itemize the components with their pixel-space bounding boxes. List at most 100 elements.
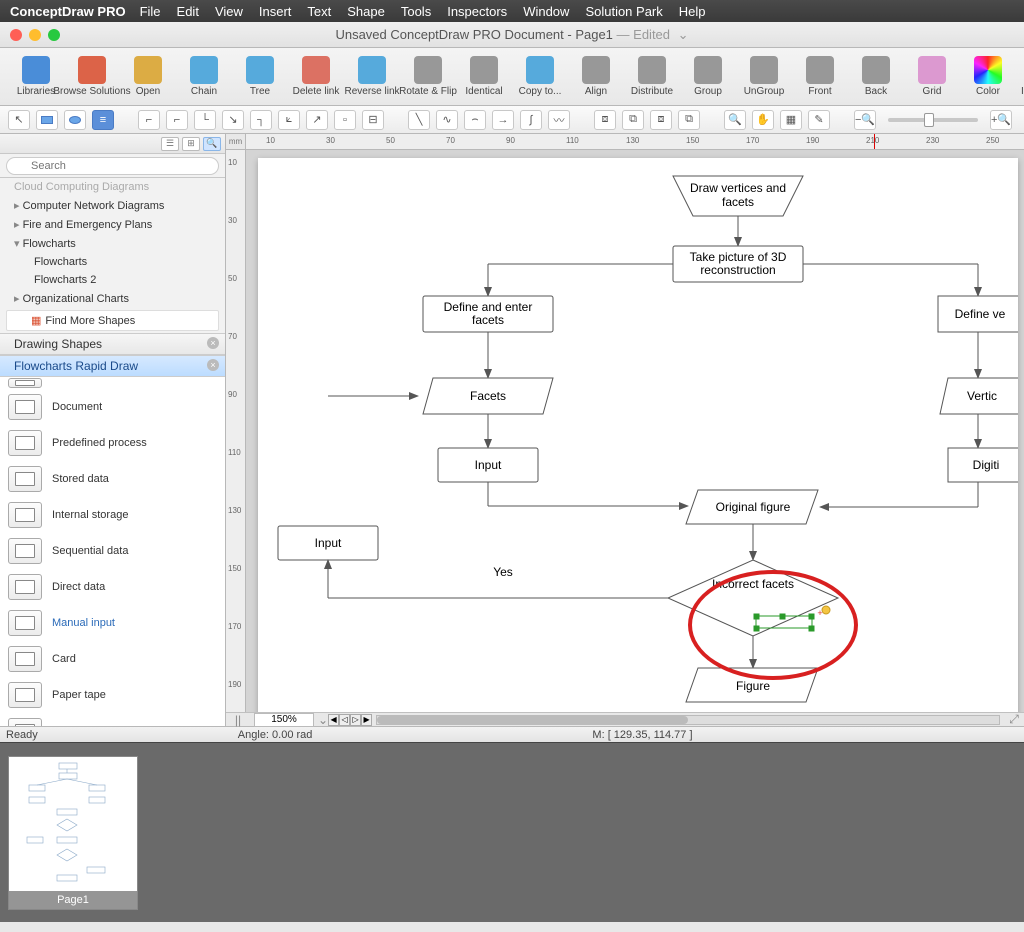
tree-item-org[interactable]: Organizational Charts: [0, 289, 225, 308]
node-tool[interactable]: ▫: [334, 110, 356, 130]
minimize-window-button[interactable]: [29, 29, 41, 41]
text-tool[interactable]: ≡: [92, 110, 114, 130]
toolbar-rotate-flip[interactable]: Rotate & Flip: [406, 56, 450, 97]
connector-tool-1[interactable]: ⌐: [138, 110, 160, 130]
tree-item-flowcharts[interactable]: Flowcharts: [0, 234, 225, 253]
split-tool[interactable]: ⊟: [362, 110, 384, 130]
zoom-out-button[interactable]: −🔍: [854, 110, 876, 130]
zoom-slider[interactable]: [888, 118, 978, 122]
polyline-tool[interactable]: ∿: [436, 110, 458, 130]
close-section-icon[interactable]: ×: [207, 337, 219, 349]
shape-item-card[interactable]: Card: [0, 641, 225, 677]
menu-inspectors[interactable]: Inspectors: [447, 4, 507, 19]
toolbar-copy-to[interactable]: Copy to...: [518, 56, 562, 97]
close-section-icon[interactable]: ×: [207, 359, 219, 371]
crop-tool-1[interactable]: ⧈: [594, 110, 616, 130]
eyedropper-tool[interactable]: ✎: [808, 110, 830, 130]
toolbar-identical[interactable]: Identical: [462, 56, 506, 97]
find-more-shapes-button[interactable]: ▦Find More Shapes: [6, 310, 219, 331]
view-toggle-search-icon[interactable]: 🔍: [203, 137, 221, 151]
crop-tool-3[interactable]: ⧈: [650, 110, 672, 130]
menu-edit[interactable]: Edit: [177, 4, 199, 19]
zoom-window-button[interactable]: [48, 29, 60, 41]
shape-item-paper-tape[interactable]: Paper tape: [0, 677, 225, 713]
menu-help[interactable]: Help: [679, 4, 706, 19]
menu-tools[interactable]: Tools: [401, 4, 431, 19]
shape-item-cut[interactable]: [0, 377, 225, 389]
connector-tool-4[interactable]: ↘: [222, 110, 244, 130]
connector-tool-2[interactable]: ⌐: [166, 110, 188, 130]
toolbar-color[interactable]: Color: [966, 56, 1010, 97]
shape-item-manual-input[interactable]: Manual input: [0, 605, 225, 641]
title-chevron-icon[interactable]: ⌄: [678, 27, 689, 42]
tree-item-flowcharts-child1[interactable]: Flowcharts: [0, 253, 225, 271]
shape-item-internal-storage[interactable]: Internal storage: [0, 497, 225, 533]
connector-tool-6[interactable]: ⟀: [278, 110, 300, 130]
hscroll-track[interactable]: [376, 715, 1000, 725]
freehand-tool[interactable]: 〰: [548, 110, 570, 130]
menu-shape[interactable]: Shape: [347, 4, 385, 19]
page-thumbnail[interactable]: Page1: [8, 756, 138, 910]
zoom-field[interactable]: [254, 713, 314, 727]
page-prev-button[interactable]: ◁: [339, 714, 350, 726]
close-window-button[interactable]: [10, 29, 22, 41]
shape-item-stored-data[interactable]: Stored data: [0, 461, 225, 497]
measure-tool[interactable]: ▦: [780, 110, 802, 130]
tree-item-fire[interactable]: Fire and Emergency Plans: [0, 215, 225, 234]
crop-tool-2[interactable]: ⧉: [622, 110, 644, 130]
ellipse-tool[interactable]: [64, 110, 86, 130]
toolbar-distribute[interactable]: Distribute: [630, 56, 674, 97]
toolbar-grid[interactable]: Grid: [910, 56, 954, 97]
toolbar-libraries[interactable]: Libraries: [14, 56, 58, 97]
shape-item-sequential-data[interactable]: Sequential data: [0, 533, 225, 569]
tree-item-network[interactable]: Computer Network Diagrams: [0, 196, 225, 215]
menu-solution-park[interactable]: Solution Park: [585, 4, 662, 19]
page-next-button[interactable]: ▷: [350, 714, 361, 726]
toolbar-delete-link[interactable]: Delete link: [294, 56, 338, 97]
tree-item-truncated[interactable]: Cloud Computing Diagrams: [0, 178, 225, 196]
toolbar-ungroup[interactable]: UnGroup: [742, 56, 786, 97]
bezier-tool[interactable]: ∫: [520, 110, 542, 130]
menu-insert[interactable]: Insert: [259, 4, 292, 19]
search-input[interactable]: [6, 157, 219, 175]
arc-tool[interactable]: ⌢: [464, 110, 486, 130]
connector-tool-5[interactable]: ┐: [250, 110, 272, 130]
toolbar-reverse-link[interactable]: Reverse link: [350, 56, 394, 97]
toolbar-chain[interactable]: Chain: [182, 56, 226, 97]
line-tool[interactable]: ╲: [408, 110, 430, 130]
page-last-button[interactable]: ▶: [361, 714, 372, 726]
connector-tool-3[interactable]: └: [194, 110, 216, 130]
connector-tool-7[interactable]: ↗: [306, 110, 328, 130]
view-toggle-grid-icon[interactable]: ⊞: [182, 137, 200, 151]
zoom-in-button[interactable]: +🔍: [990, 110, 1012, 130]
menu-window[interactable]: Window: [523, 4, 569, 19]
toolbar-open[interactable]: Open: [126, 56, 170, 97]
toolbar-align[interactable]: Align: [574, 56, 618, 97]
pan-tool[interactable]: ✋: [752, 110, 774, 130]
crop-tool-4[interactable]: ⧉: [678, 110, 700, 130]
drawing-canvas[interactable]: Draw vertices andfacets Take picture of …: [246, 150, 1024, 712]
shape-item-document[interactable]: Document: [0, 389, 225, 425]
menu-text[interactable]: Text: [307, 4, 331, 19]
menu-file[interactable]: File: [140, 4, 161, 19]
shape-item-predefined-process[interactable]: Predefined process: [0, 425, 225, 461]
page[interactable]: Draw vertices andfacets Take picture of …: [258, 158, 1018, 712]
magnify-tool[interactable]: 🔍: [724, 110, 746, 130]
arrow-tool[interactable]: →: [492, 110, 514, 130]
toolbar-group[interactable]: Group: [686, 56, 730, 97]
toolbar-front[interactable]: Front: [798, 56, 842, 97]
toolbar-tree[interactable]: Tree: [238, 56, 282, 97]
view-toggle-list-icon[interactable]: ☰: [161, 137, 179, 151]
pointer-tool[interactable]: ↖: [8, 110, 30, 130]
section-drawing-shapes[interactable]: Drawing Shapes×: [0, 333, 225, 355]
toolbar-back[interactable]: Back: [854, 56, 898, 97]
menu-view[interactable]: View: [215, 4, 243, 19]
section-flowcharts-rapid[interactable]: Flowcharts Rapid Draw×: [0, 355, 225, 377]
shape-item-direct-data[interactable]: Direct data: [0, 569, 225, 605]
rect-tool[interactable]: [36, 110, 58, 130]
page-first-button[interactable]: ◀: [328, 714, 339, 726]
horizontal-ruler: 1030507090110130150170190210230250: [246, 134, 1024, 150]
shape-item-display[interactable]: Display: [0, 713, 225, 726]
tree-item-flowcharts-child2[interactable]: Flowcharts 2: [0, 271, 225, 289]
toolbar-browse-solutions[interactable]: Browse Solutions: [70, 56, 114, 97]
